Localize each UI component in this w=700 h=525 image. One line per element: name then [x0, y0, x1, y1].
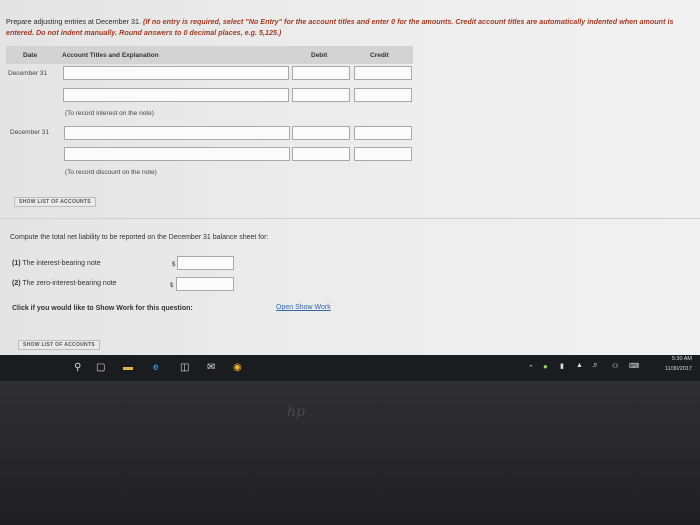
table-header-amounts	[291, 46, 413, 64]
header-account: Account Titles and Explanation	[62, 52, 159, 59]
entry1-date: December 31	[8, 70, 48, 77]
chevron-up-icon[interactable]: ⌃	[528, 364, 534, 372]
task-view-icon[interactable]: ▢	[96, 362, 105, 373]
show-list-of-accounts-button[interactable]: SHOW LIST OF ACCOUNTS	[14, 197, 96, 207]
keyboard-icon[interactable]: ⌨	[629, 362, 639, 370]
question-1-label: (1) The interest-bearing note	[12, 260, 101, 267]
header-credit: Credit	[370, 52, 389, 59]
entry1-credit-1[interactable]	[354, 66, 412, 80]
entry2-credit-1[interactable]	[354, 126, 412, 140]
edge-icon[interactable]: e	[153, 362, 159, 373]
question-1-input[interactable]	[177, 256, 234, 270]
laptop-bezel	[0, 381, 700, 525]
entry1-account-2[interactable]	[63, 88, 289, 102]
section-divider	[0, 218, 700, 219]
question-2-text: The zero-interest-bearing note	[22, 280, 117, 287]
question-2-currency: $	[170, 283, 174, 289]
wifi-icon[interactable]: ▲	[576, 362, 583, 369]
entry2-debit-2[interactable]	[292, 147, 350, 161]
question-1-text: The interest-bearing note	[22, 260, 101, 267]
instructions: Prepare adjusting entries at December 31…	[6, 16, 696, 38]
entry2-credit-2[interactable]	[354, 147, 412, 161]
show-work-prompt: Click if you would like to Show Work for…	[12, 305, 193, 312]
open-show-work-link[interactable]: Open Show Work	[276, 304, 331, 311]
entry1-account-1[interactable]	[63, 66, 289, 80]
file-explorer-icon[interactable]: ▬	[123, 362, 133, 373]
entry1-debit-2[interactable]	[292, 88, 350, 102]
entry2-account-2[interactable]	[64, 147, 290, 161]
clock-date[interactable]: 11/30/2017	[665, 366, 692, 372]
question-2-number: (2)	[12, 280, 21, 287]
question-1-currency: $	[172, 262, 176, 268]
battery-icon[interactable]: ▮	[560, 362, 564, 370]
entry2-memo: (To record discount on the note)	[65, 169, 157, 176]
entry1-memo: (To record interest on the note)	[65, 110, 154, 117]
entry1-credit-2[interactable]	[354, 88, 412, 102]
compute-prompt: Compute the total net liability to be re…	[10, 234, 269, 241]
search-icon[interactable]: ⚲	[74, 362, 81, 373]
question-2-label: (2) The zero-interest-bearing note	[12, 280, 117, 287]
question-1-number: (1)	[12, 260, 21, 267]
entry1-debit-1[interactable]	[292, 66, 350, 80]
show-list-of-accounts-button-2[interactable]: SHOW LIST OF ACCOUNTS	[18, 340, 100, 350]
header-debit: Debit	[311, 52, 328, 59]
instructions-text: Prepare adjusting entries at December 31…	[6, 17, 144, 26]
entry2-date: December 31	[10, 129, 50, 136]
store-icon[interactable]: ◫	[180, 362, 189, 373]
hp-logo: hp	[287, 404, 305, 420]
question-2-input[interactable]	[176, 277, 234, 291]
browser-content: Prepare adjusting entries at December 31…	[0, 0, 700, 355]
entry2-debit-1[interactable]	[292, 126, 350, 140]
volume-icon[interactable]: ♬	[592, 362, 599, 369]
network-icon[interactable]: ●	[543, 362, 548, 371]
mail-icon[interactable]: ✉	[207, 362, 215, 373]
entry2-account-1[interactable]	[64, 126, 290, 140]
clock-time[interactable]: 5:30 AM	[672, 356, 692, 362]
chrome-icon[interactable]: ◉	[233, 362, 242, 373]
people-icon[interactable]: ⚇	[612, 362, 618, 370]
header-date: Date	[23, 52, 38, 59]
